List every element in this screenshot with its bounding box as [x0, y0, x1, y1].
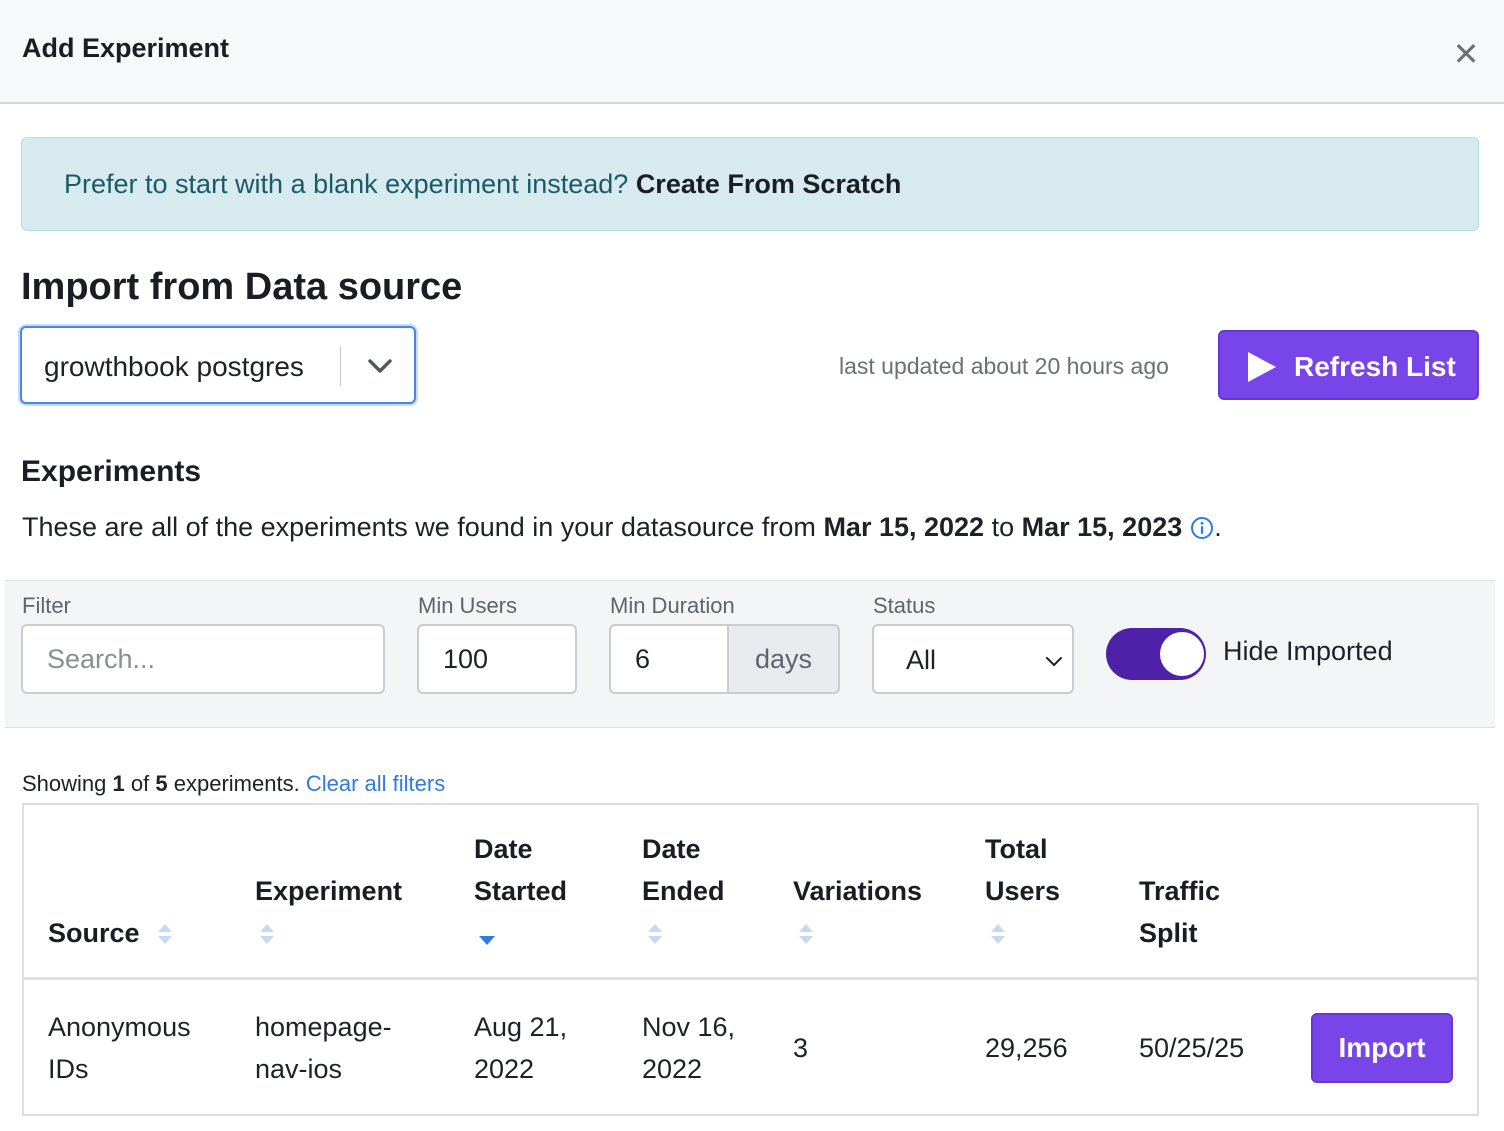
create-from-scratch-link[interactable]: Create From Scratch	[636, 169, 902, 199]
info-icon[interactable]	[1190, 516, 1214, 540]
cell-experiment-line2: nav-ios	[255, 1054, 343, 1084]
hide-imported-toggle[interactable]	[1106, 628, 1206, 680]
sort-icon[interactable]	[258, 922, 276, 946]
sort-icon[interactable]	[156, 922, 174, 946]
th-experiment[interactable]: Experiment	[255, 870, 402, 912]
status-select[interactable]: All	[872, 624, 1074, 694]
th-date-ended-line1: Date	[642, 834, 701, 864]
experiments-heading: Experiments	[21, 455, 202, 488]
shown-count: 1	[112, 771, 125, 796]
results-summary: Showing 1 of 5 experiments. Clear all fi…	[22, 771, 445, 797]
import-heading: Import from Data source	[21, 266, 463, 308]
cell-variations: 3	[793, 1033, 809, 1063]
cell-date-started-line1: Aug 21,	[474, 1012, 568, 1042]
th-traffic-split: Traffic Split	[1139, 870, 1220, 954]
refresh-list-label: Refresh List	[1294, 351, 1456, 382]
sort-icon[interactable]	[989, 922, 1007, 946]
min-users-label: Min Users	[418, 593, 518, 618]
cell-date-started: Aug 21, 2022	[474, 1006, 567, 1090]
duration-unit-addon: days	[728, 624, 840, 694]
th-traffic-split-line1: Traffic	[1139, 876, 1221, 906]
th-total-users[interactable]: Total Users	[985, 828, 1060, 912]
datasource-select[interactable]: growthbook postgres	[20, 326, 416, 404]
filter-label: Filter	[22, 593, 71, 618]
th-total-users-line1: Total	[985, 834, 1048, 864]
experiments-table	[22, 803, 1479, 1116]
min-duration-label: Min Duration	[610, 593, 735, 618]
desc-mid: to	[991, 512, 1015, 542]
th-variations[interactable]: Variations	[793, 870, 922, 912]
total-count: 5	[155, 771, 168, 796]
showing-suffix: experiments.	[173, 771, 300, 796]
th-total-users-line2: Users	[985, 876, 1061, 906]
status-label: Status	[873, 593, 936, 618]
th-date-started-line1: Date	[474, 834, 533, 864]
cell-experiment: homepage- nav-ios	[255, 1006, 392, 1090]
desc-prefix: These are all of the experiments we foun…	[22, 512, 816, 542]
th-source-label: Source	[48, 918, 140, 948]
table-header-divider	[22, 977, 1479, 980]
modal-title: Add Experiment	[22, 33, 230, 63]
th-traffic-split-line2: Split	[1139, 918, 1198, 948]
status-value: All	[906, 645, 937, 675]
info-alert: Prefer to start with a blank experiment …	[21, 137, 1479, 231]
cell-traffic-split: 50/25/25	[1139, 1033, 1245, 1063]
sort-desc-icon[interactable]	[478, 932, 496, 956]
th-date-ended-line2: Ended	[642, 876, 725, 906]
last-updated-text: last updated about 20 hours ago	[839, 353, 1169, 379]
date-to: Mar 15, 2023	[1021, 512, 1183, 542]
modal-header: Add Experiment ✕	[0, 0, 1504, 104]
search-input[interactable]: Search...	[21, 624, 385, 694]
sort-icon[interactable]	[646, 922, 664, 946]
toggle-knob	[1160, 632, 1204, 676]
import-button[interactable]: Import	[1311, 1013, 1453, 1083]
cell-source-line2: IDs	[48, 1054, 89, 1084]
showing-of: of	[130, 771, 150, 796]
showing-prefix: Showing	[22, 771, 107, 796]
close-icon[interactable]: ✕	[1446, 36, 1486, 72]
select-separator	[340, 346, 341, 386]
chevron-down-icon	[1046, 657, 1062, 666]
date-from: Mar 15, 2022	[823, 512, 985, 542]
cell-experiment-line1: homepage-	[255, 1012, 392, 1042]
clear-filters-link[interactable]: Clear all filters	[306, 771, 445, 796]
datasource-value: growthbook postgres	[44, 351, 304, 382]
cell-date-ended-line2: 2022	[642, 1054, 703, 1084]
alert-text: Prefer to start with a blank experiment …	[64, 169, 901, 200]
th-variations-label: Variations	[793, 876, 923, 906]
cell-date-ended: Nov 16, 2022	[642, 1006, 735, 1090]
desc-suffix: .	[1214, 512, 1222, 542]
th-source[interactable]: Source	[48, 912, 140, 954]
alert-message: Prefer to start with a blank experiment …	[64, 169, 629, 199]
experiments-description: These are all of the experiments we foun…	[22, 512, 1222, 543]
play-icon	[1248, 352, 1276, 382]
cell-source: Anonymous IDs	[48, 1006, 191, 1090]
th-date-started-line2: Started	[474, 876, 568, 906]
th-date-started[interactable]: Date Started	[474, 828, 567, 912]
sort-icon[interactable]	[797, 922, 815, 946]
min-users-input[interactable]: 100	[417, 624, 577, 694]
th-experiment-label: Experiment	[255, 876, 403, 906]
th-date-ended[interactable]: Date Ended	[642, 828, 725, 912]
refresh-list-button[interactable]: Refresh List	[1218, 330, 1479, 400]
chevron-down-icon[interactable]	[362, 348, 398, 384]
cell-total-users: 29,256	[985, 1033, 1068, 1063]
hide-imported-label: Hide Imported	[1223, 636, 1393, 666]
cell-date-started-line2: 2022	[474, 1054, 535, 1084]
cell-date-ended-line1: Nov 16,	[642, 1012, 736, 1042]
cell-source-line1: Anonymous	[48, 1012, 191, 1042]
min-duration-input[interactable]: 6	[609, 624, 729, 694]
